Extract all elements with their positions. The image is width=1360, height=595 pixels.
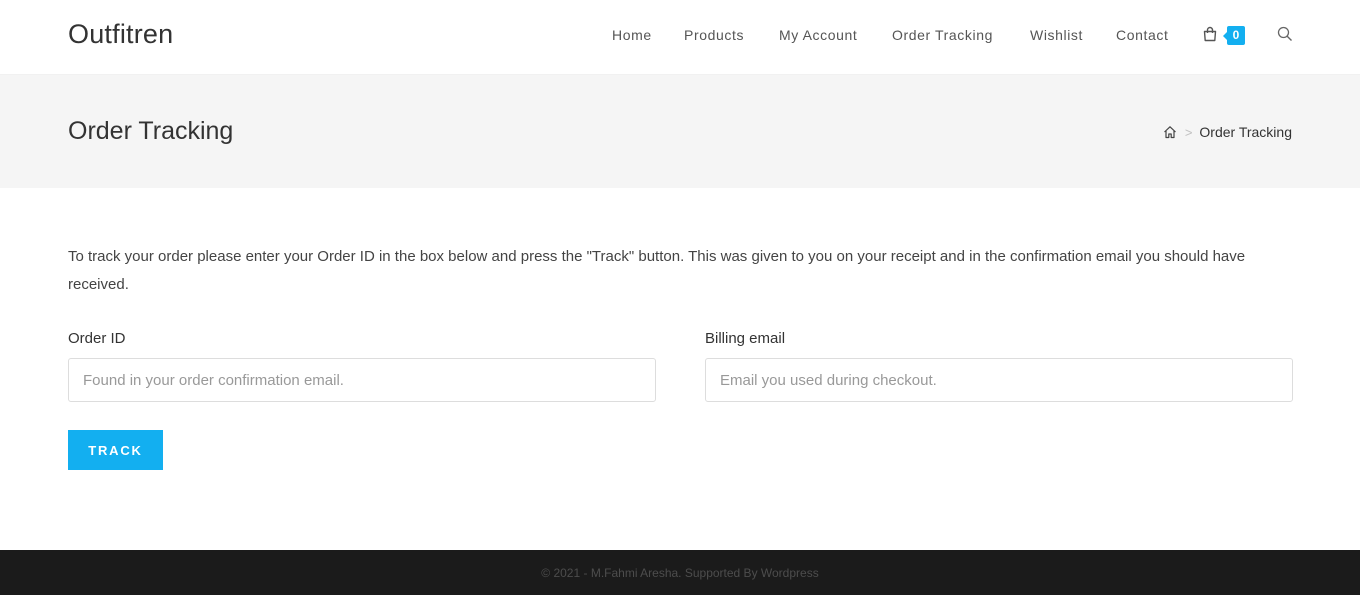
shopping-bag-icon: [1203, 26, 1217, 42]
nav-item-my-account[interactable]: My Account: [779, 27, 857, 43]
nav-item-contact[interactable]: Contact: [1116, 27, 1168, 43]
nav-item-home[interactable]: Home: [612, 27, 652, 43]
breadcrumb-current: Order Tracking: [1199, 124, 1292, 140]
home-icon: [1163, 126, 1176, 139]
track-button[interactable]: TRACK: [68, 430, 163, 470]
breadcrumb: > Order Tracking: [1163, 124, 1292, 140]
nav-item-wishlist[interactable]: Wishlist: [1030, 27, 1083, 43]
page-header: Order Tracking > Order Tracking: [0, 75, 1360, 188]
site-logo[interactable]: Outfitren: [68, 19, 173, 50]
search-button[interactable]: [1277, 26, 1293, 42]
site-header: Outfitren Home Products My Account Order…: [0, 0, 1360, 75]
billing-email-input[interactable]: [705, 358, 1293, 402]
breadcrumb-separator: >: [1184, 124, 1193, 140]
page-title: Order Tracking: [68, 117, 234, 145]
cart-button[interactable]: 0: [1202, 25, 1246, 47]
order-id-input[interactable]: [68, 358, 656, 402]
breadcrumb-home-link[interactable]: [1163, 125, 1177, 139]
nav-item-products[interactable]: Products: [684, 27, 744, 43]
search-icon: [1277, 26, 1292, 41]
cart-count-badge: 0: [1223, 26, 1245, 45]
copyright-text: © 2021 - M.Fahmi Aresha. Supported By Wo…: [541, 566, 819, 580]
tracking-instructions: To track your order please enter your Or…: [68, 248, 1246, 293]
billing-email-label: Billing email: [705, 330, 786, 347]
site-footer: © 2021 - M.Fahmi Aresha. Supported By Wo…: [0, 550, 1360, 595]
order-id-label: Order ID: [68, 330, 126, 347]
nav-item-order-tracking[interactable]: Order Tracking: [892, 27, 993, 43]
